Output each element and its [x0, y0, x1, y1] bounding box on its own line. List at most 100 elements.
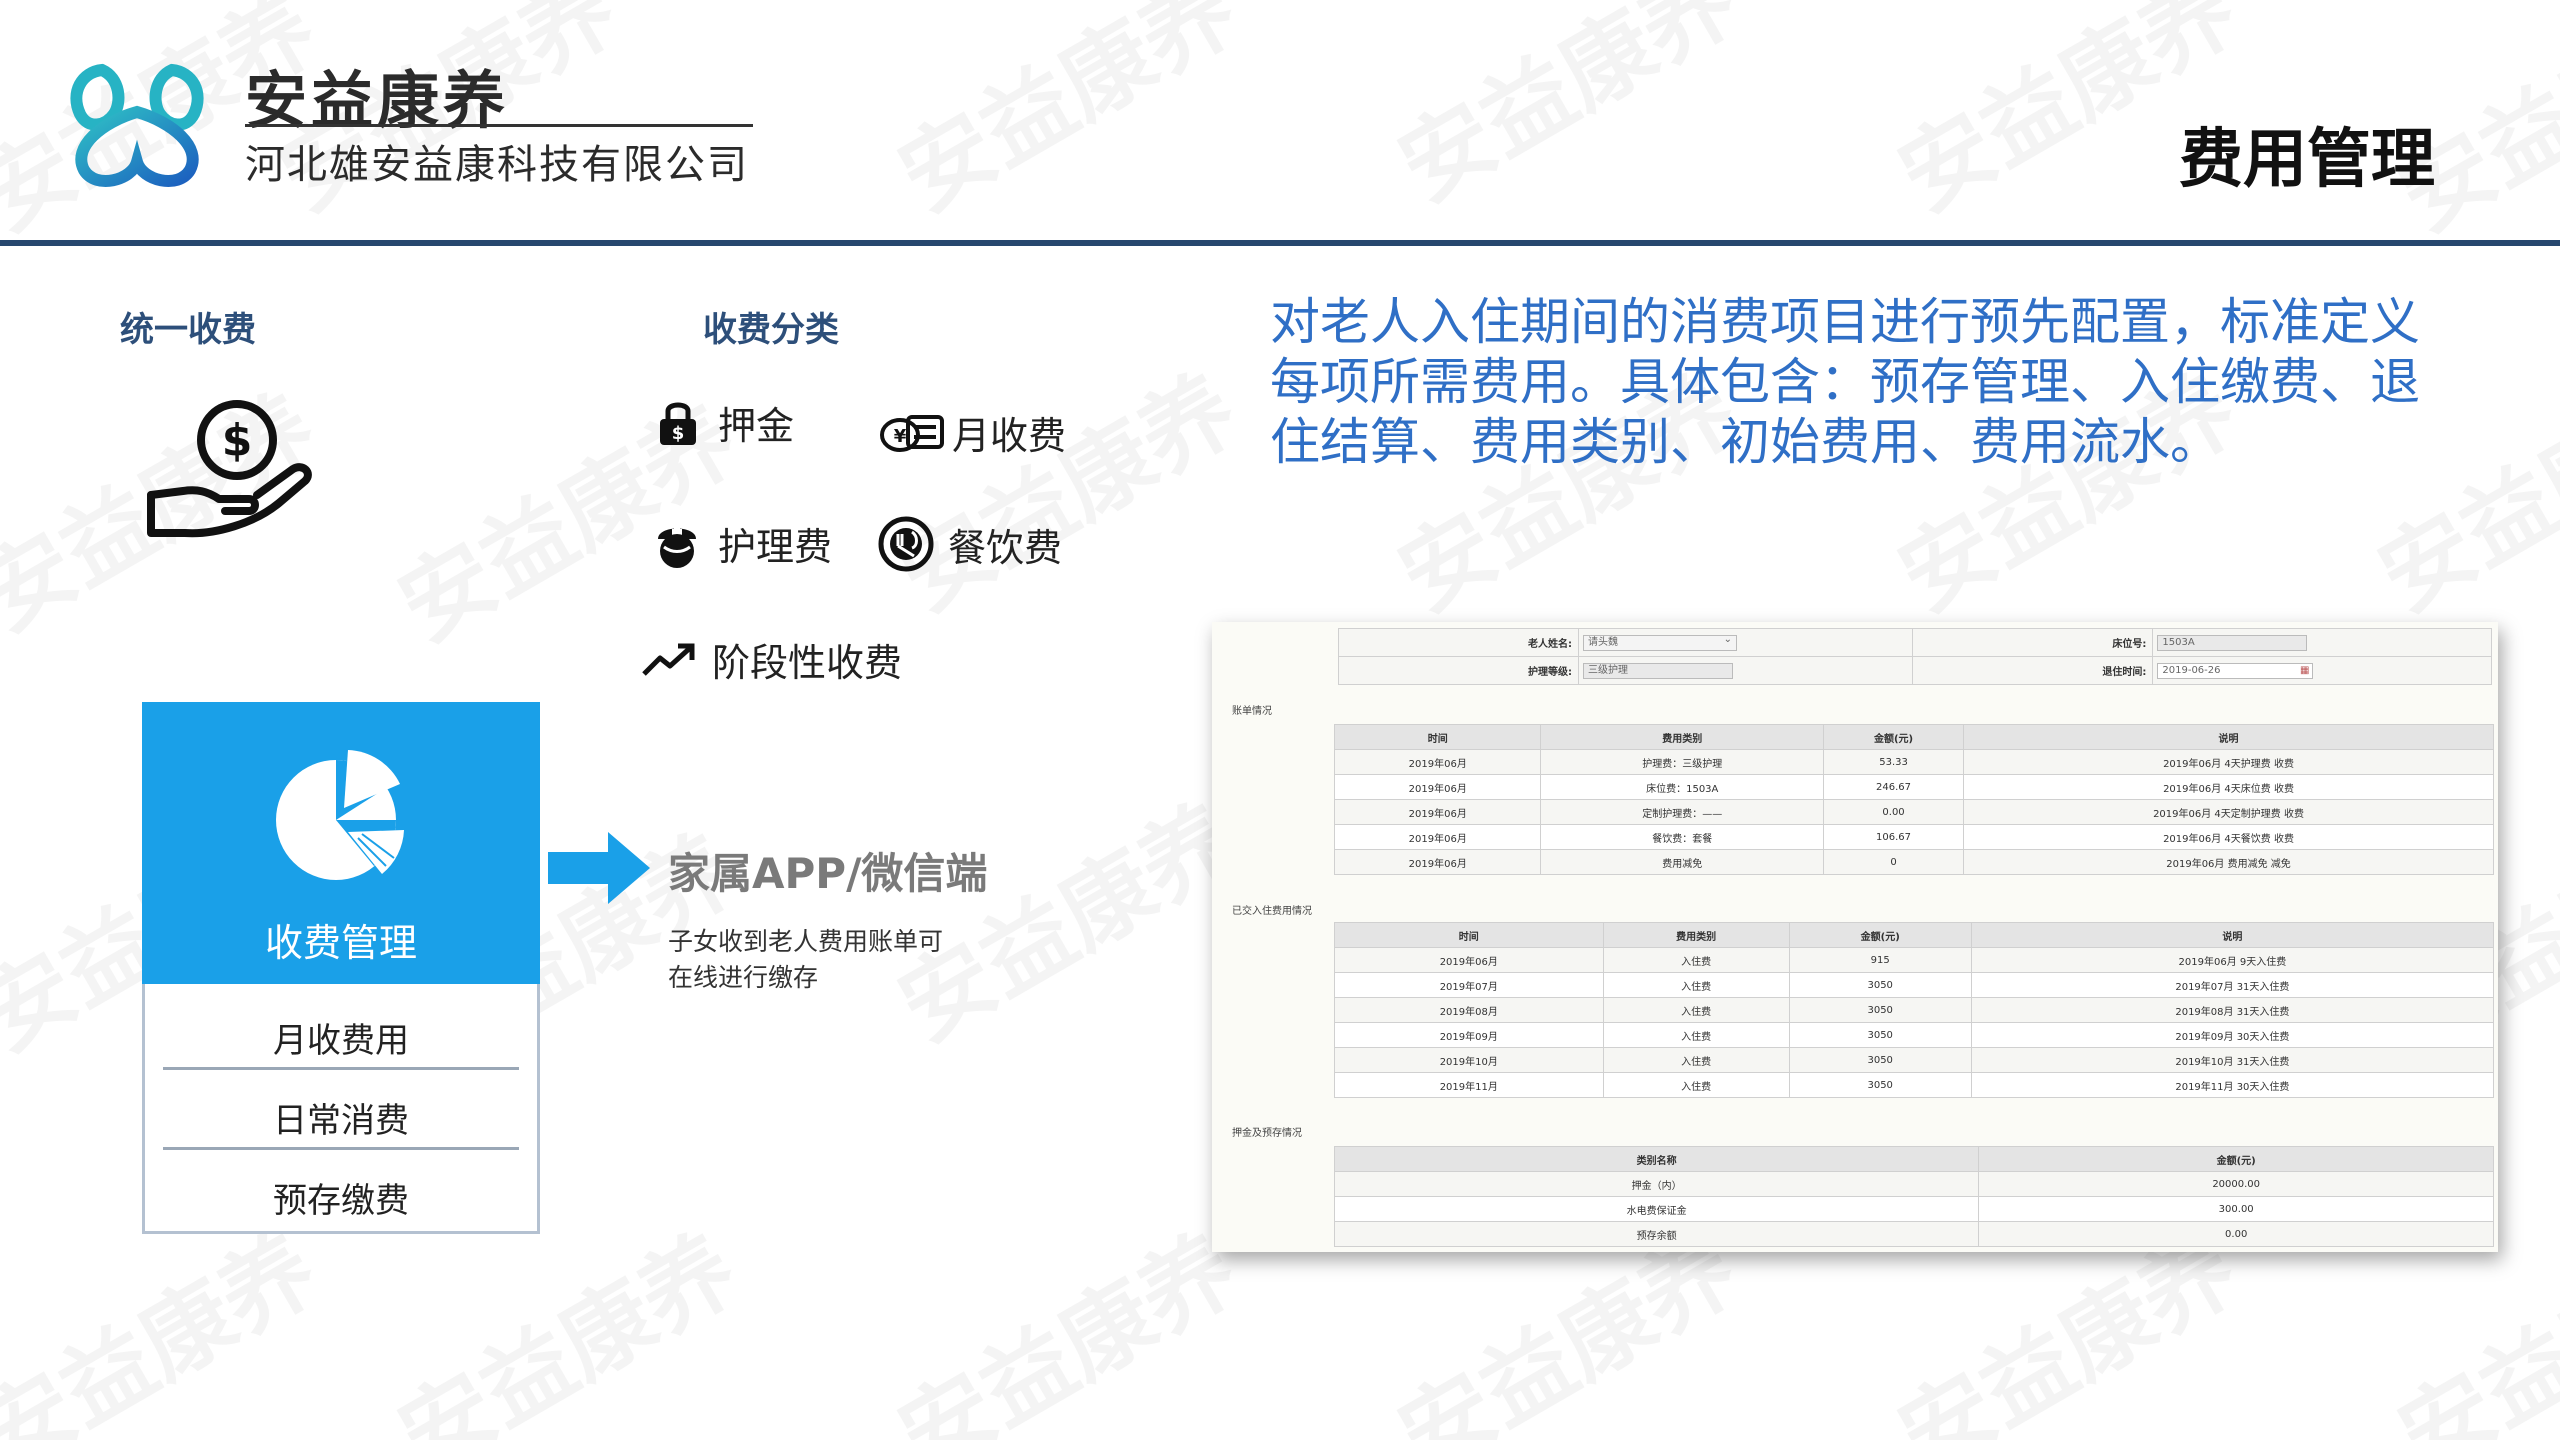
table-cell: 2019年08月 31天入住费: [1970, 997, 2495, 1023]
brand-divider: [245, 124, 753, 127]
family-app-desc-line: 在线进行缴存: [668, 963, 819, 992]
table-row: 2019年10月 入住费 3050 2019年10月 31天入住费: [1334, 1047, 2495, 1073]
column-header: 类别名称: [1333, 1146, 1980, 1172]
table-cell: 入住费: [1602, 1022, 1790, 1048]
column-header: 金额(元): [1978, 1146, 2494, 1172]
table-cell: 53.33: [1823, 749, 1965, 775]
table-cell: 0: [1823, 849, 1965, 875]
category-label: 月收费: [952, 414, 1067, 458]
deposit-group-label: 押金及预存情况: [1232, 1128, 1302, 1139]
table-cell: 300.00: [1978, 1196, 2494, 1222]
fee-item-monthly[interactable]: 月收费用: [145, 1013, 537, 1062]
checkout-date-input[interactable]: 2019-06-26: [2157, 662, 2314, 679]
category-meal-fee: 餐饮费: [878, 516, 1062, 572]
table-cell: 入住费: [1602, 972, 1790, 998]
table-cell: 2019年06月 费用减免 减免: [1963, 849, 2494, 875]
table-cell: 2019年11月 30天入住费: [1970, 1072, 2495, 1098]
deposit-table: 类别名称 金额(元) 押金（内） 20000.00 水电费保证金 300.00 预存余额 0…: [1333, 1146, 2494, 1247]
column-header: 时间: [1334, 922, 1604, 948]
table-cell: 3050: [1788, 1072, 1972, 1098]
family-app-description: 子女收到老人费用账单可 在线进行缴存: [668, 924, 943, 996]
unified-billing-title: 统一收费: [120, 310, 256, 350]
category-label: 押金: [718, 404, 795, 448]
table-cell: 水电费保证金: [1333, 1196, 1980, 1222]
bed-number-label: 床位号:: [1912, 628, 2154, 657]
table-cell: 3050: [1788, 1022, 1972, 1048]
category-label: 阶段性收费: [712, 641, 903, 685]
svg-text:¥: ¥: [894, 426, 907, 447]
feature-description: 对老人入住期间的消费项目进行预先配置，标准定义每项所需费用。具体包含：预存管理、…: [1270, 293, 2420, 471]
table-cell: 2019年09月: [1334, 1022, 1604, 1048]
table-cell: 2019年06月: [1333, 824, 1542, 850]
table-cell: 2019年11月: [1334, 1072, 1604, 1098]
hand-coin-icon: $: [147, 400, 312, 538]
table-cell: 0.00: [1978, 1221, 2494, 1247]
checkout-time-label: 退住时间:: [1912, 656, 2154, 685]
table-row: 2019年06月 护理费：三级护理 53.33 2019年06月 4天护理费 收费: [1333, 749, 2494, 775]
fee-item-daily[interactable]: 日常消费: [145, 1093, 537, 1142]
right-arrow-icon: [548, 832, 650, 904]
table-cell: 入住费: [1602, 1072, 1790, 1098]
care-level-input[interactable]: 三级护理: [1583, 662, 1733, 679]
pie-chart-icon: [276, 750, 404, 880]
column-header: 金额(元): [1788, 922, 1972, 948]
checkout-settlement-screenshot: 老人姓名: 请头魏 床位号: 1503A 护理等级: 三级护理 退住时间: 20…: [1212, 622, 2498, 1252]
category-stage-fee: 阶段性收费: [640, 632, 902, 687]
paid-fees-table: 时间 费用类别 金额(元) 说明 2019年06月 入住费 915 2019年06月 9天入…: [1334, 922, 2495, 1098]
table-cell: 2019年06月: [1333, 749, 1542, 775]
slide-header: 安益康养 河北雄安益康科技有限公司 费用管理: [0, 0, 2560, 246]
table-cell: 2019年06月 4天床位费 收费: [1963, 774, 2494, 800]
table-row: 2019年06月 定制护理费：—— 0.00 2019年06月 4天定制护理费 收费: [1333, 799, 2494, 825]
table-row: 预存余额 0.00: [1333, 1221, 2494, 1247]
fee-management-card-header: 收费管理: [142, 702, 540, 984]
table-cell: 2019年06月: [1333, 774, 1542, 800]
table-cell: 106.67: [1823, 824, 1965, 850]
table-row: 2019年06月 餐饮费：套餐 106.67 2019年06月 4天餐饮费 收费: [1333, 824, 2494, 850]
table-cell: 2019年06月 4天定制护理费 收费: [1963, 799, 2494, 825]
table-cell: 2019年07月 31天入住费: [1970, 972, 2495, 998]
watermark: 安益康养: [871, 767, 1256, 1066]
column-header: 金额(元): [1823, 724, 1965, 750]
table-cell: 2019年06月 4天餐饮费 收费: [1963, 824, 2494, 850]
company-name: 河北雄安益康科技有限公司: [245, 142, 749, 188]
table-cell: 915: [1788, 947, 1972, 973]
resident-info-form: 老人姓名: 请头魏 床位号: 1503A 护理等级: 三级护理 退住时间: 20…: [1338, 628, 2492, 685]
fee-item-divider: [163, 1067, 519, 1070]
table-cell: 3050: [1788, 997, 1972, 1023]
fee-categories-title: 收费分类: [703, 310, 839, 350]
family-app-title: 家属APP/微信端: [668, 849, 988, 898]
elder-name-select[interactable]: 请头魏: [1583, 633, 1737, 651]
table-cell: 2019年09月 30天入住费: [1970, 1022, 2495, 1048]
table-cell: 入住费: [1602, 947, 1790, 973]
elder-name-label: 老人姓名:: [1338, 628, 1579, 657]
column-header: 说明: [1963, 724, 2494, 750]
table-row: 2019年07月 入住费 3050 2019年07月 31天入住费: [1334, 972, 2495, 998]
fee-item-prepaid[interactable]: 预存缴费: [145, 1173, 537, 1222]
svg-text:$: $: [672, 423, 685, 444]
table-row: 2019年06月 费用减免 0 2019年06月 费用减免 减免: [1333, 849, 2494, 875]
bill-group-label: 账单情况: [1232, 706, 1272, 717]
money-card-icon: ¥: [880, 414, 944, 452]
column-header: 时间: [1333, 724, 1542, 750]
table-row: 2019年11月 入住费 3050 2019年11月 30天入住费: [1334, 1072, 2495, 1098]
watermark: 安益康养: [871, 337, 1256, 636]
table-cell: 0.00: [1823, 799, 1965, 825]
column-header: 费用类别: [1540, 724, 1825, 750]
table-cell: 2019年06月: [1334, 947, 1604, 973]
company-logo-icon: [70, 63, 204, 187]
nurse-icon: [658, 526, 696, 568]
page-title: 费用管理: [2179, 123, 2435, 197]
table-cell: 2019年06月 4天护理费 收费: [1963, 749, 2494, 775]
fee-item-divider: [163, 1147, 519, 1150]
header-divider-bar: [0, 240, 2560, 246]
table-row: 押金（内） 20000.00: [1333, 1171, 2494, 1197]
bed-number-input[interactable]: 1503A: [2157, 634, 2308, 651]
paid-group-label: 已交入住费用情况: [1232, 906, 1312, 917]
trend-up-icon: [642, 643, 695, 676]
bill-table: 时间 费用类别 金额(元) 说明 2019年06月 护理费：三级护理 53.33 2019年…: [1333, 724, 2494, 875]
watermark: 安益康养: [871, 1197, 1256, 1440]
care-level-label: 护理等级:: [1338, 656, 1579, 685]
table-cell: 2019年10月 31天入住费: [1970, 1047, 2495, 1073]
table-row: 水电费保证金 300.00: [1333, 1196, 2494, 1222]
table-cell: 246.67: [1823, 774, 1965, 800]
